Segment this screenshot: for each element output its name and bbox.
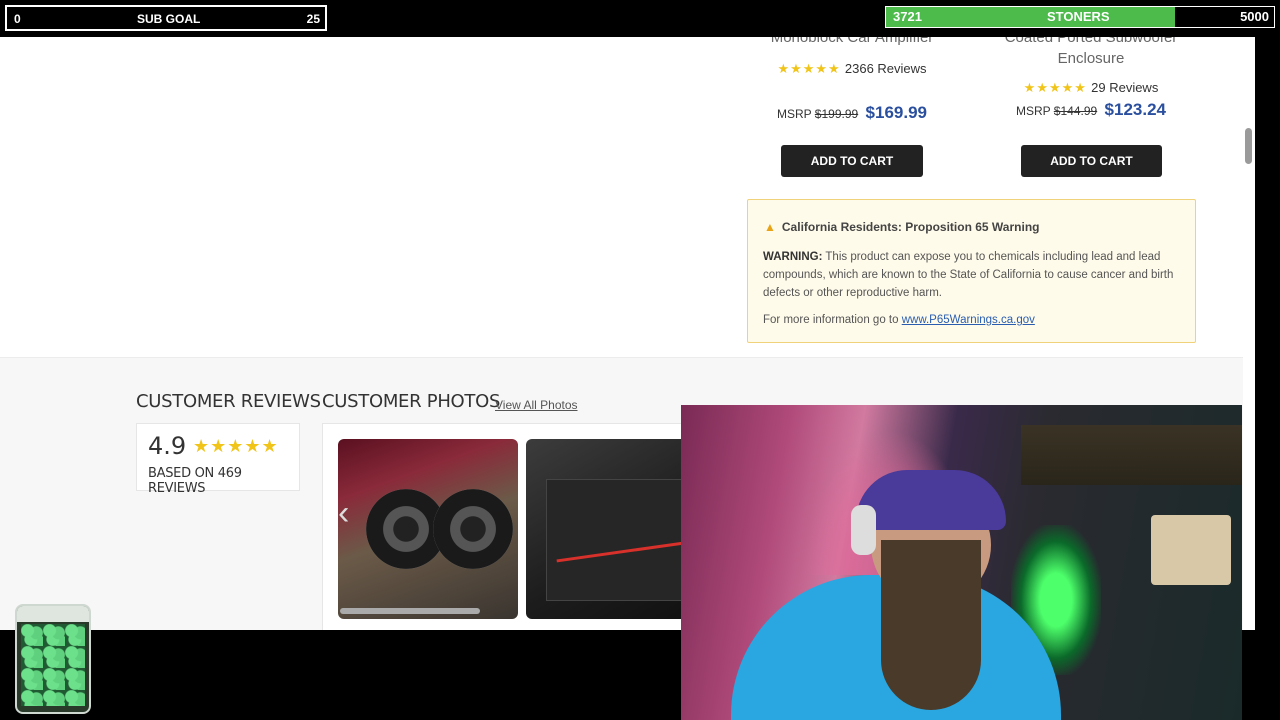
- stream-top-overlay: 0 SUB GOAL 25 3721 STONERS 5000: [0, 0, 1280, 37]
- msrp-price: $144.99: [1053, 104, 1098, 118]
- enclosure-image: [546, 479, 688, 601]
- prop65-warning-box: ▲ California Residents: Proposition 65 Wa…: [747, 199, 1196, 343]
- streamer-hat: [856, 470, 1006, 530]
- sub-goal-current: 0: [14, 12, 21, 26]
- add-to-cart-button[interactable]: ADD TO CART: [1021, 145, 1162, 177]
- review-count[interactable]: 2366 Reviews: [845, 61, 927, 76]
- sale-price: $169.99: [865, 103, 927, 122]
- carousel-prev-icon[interactable]: ‹: [338, 494, 349, 533]
- customer-photos-title: CUSTOMER PHOTOS: [322, 391, 501, 412]
- sub-goal-target: 25: [306, 12, 320, 26]
- page-scrollbar-thumb[interactable]: [1245, 128, 1252, 164]
- product-card-amplifier: Monoblock Car Amplifier ★★★★★ 2366 Revie…: [752, 37, 952, 123]
- product-card-enclosure: Coated Ported Subwoofer Enclosure ★★★★★ …: [991, 37, 1191, 120]
- subwoofer-image: [433, 489, 513, 569]
- warning-heading-text: California Residents: Proposition 65 War…: [781, 220, 1040, 234]
- review-total: BASED ON 469 REVIEWS: [148, 466, 242, 496]
- streamer-beard: [881, 540, 981, 710]
- msrp-price: $199.99: [814, 107, 859, 121]
- more-info-text: For more information go to: [763, 314, 902, 326]
- page-scrollbar-track[interactable]: [1243, 37, 1255, 630]
- rating-stars-icon: ★★★★★: [1023, 80, 1087, 95]
- goal-target: 5000: [1240, 9, 1269, 24]
- tip-jar-icon: [15, 604, 91, 714]
- goal-current: 3721: [893, 9, 922, 24]
- customer-photos-carousel: ‹: [322, 423, 702, 630]
- view-all-photos-link[interactable]: View All Photos: [495, 398, 578, 412]
- product-title[interactable]: Coated Ported Subwoofer Enclosure: [991, 37, 1191, 69]
- customer-photo[interactable]: [526, 439, 701, 619]
- add-to-cart-button[interactable]: ADD TO CART: [781, 145, 923, 177]
- rating-summary-card: 4.9 ★★★★★ BASED ON 469 REVIEWS: [136, 423, 300, 496]
- rating-stars-icon: ★★★★★: [193, 436, 279, 456]
- jar-lid: [17, 606, 89, 622]
- goal-label: STONERS: [1047, 9, 1110, 24]
- streamer: [731, 445, 1071, 720]
- jar-contents: [21, 624, 85, 706]
- sub-goal-bar: 0 SUB GOAL 25: [5, 5, 327, 31]
- background-sign: [1151, 515, 1231, 585]
- p65-warnings-link[interactable]: www.P65Warnings.ca.gov: [902, 314, 1035, 326]
- rating-stars-icon: ★★★★★: [777, 61, 841, 76]
- review-count[interactable]: 29 Reviews: [1091, 80, 1158, 95]
- carousel-scrollbar[interactable]: [340, 608, 480, 614]
- warning-triangle-icon: ▲: [764, 220, 776, 234]
- customer-photo[interactable]: [338, 439, 518, 619]
- warning-heading: ▲ California Residents: Proposition 65 Wa…: [764, 220, 1039, 234]
- webcam-feed: [681, 405, 1242, 720]
- sale-price: $123.24: [1104, 100, 1166, 119]
- warning-label: WARNING:: [763, 251, 823, 263]
- goal-progress-fill: [886, 7, 1175, 27]
- msrp-label: MSRP: [1016, 104, 1051, 118]
- warning-more-info: For more information go to www.P65Warnin…: [763, 314, 1035, 326]
- product-title-line2: Enclosure: [1057, 50, 1125, 67]
- product-title-line1: Coated Ported Subwoofer: [1004, 37, 1178, 46]
- warning-text: This product can expose you to chemicals…: [763, 251, 1174, 299]
- streamer-headset: [851, 505, 876, 555]
- product-title[interactable]: Monoblock Car Amplifier: [752, 37, 952, 48]
- msrp-label: MSRP: [777, 107, 812, 121]
- average-rating: 4.9: [148, 432, 187, 460]
- warning-body: WARNING: This product can expose you to …: [763, 248, 1188, 302]
- sub-goal-label: SUB GOAL: [137, 12, 201, 26]
- customer-reviews-title: CUSTOMER REVIEWS: [136, 391, 321, 412]
- stoners-goal-bar: 3721 STONERS 5000: [885, 6, 1275, 28]
